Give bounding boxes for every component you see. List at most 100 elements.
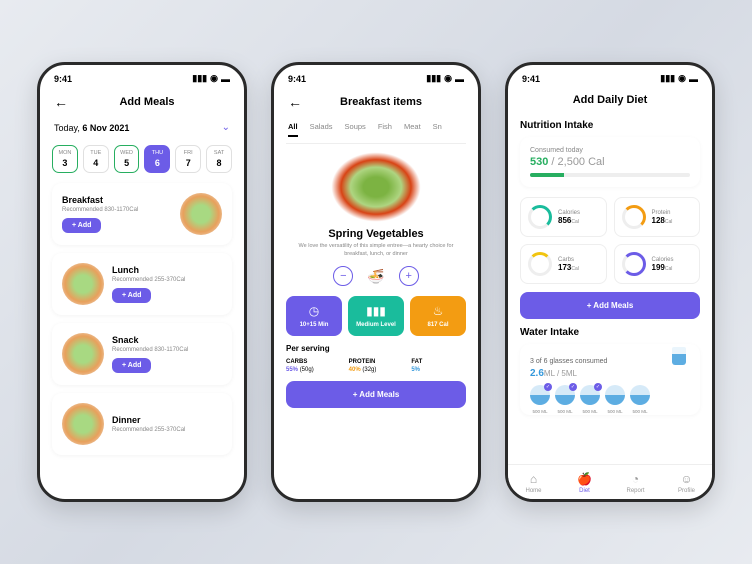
water-value: 2.6ML / 5ML — [530, 368, 690, 379]
nav-diet[interactable]: 🍎Diet — [559, 472, 610, 494]
minus-button[interactable]: − — [333, 266, 353, 286]
back-button[interactable]: ← — [288, 94, 302, 110]
cal-day-tue[interactable]: TUE4 — [83, 145, 109, 173]
stat-time: ◷10+15 Min — [286, 296, 342, 336]
phone-breakfast-items: 9:41 ▮▮▮◉▬ ← Breakfast items All Salads … — [271, 62, 481, 502]
cal-day-thu[interactable]: THU6 — [144, 145, 170, 173]
wifi-icon: ◉ — [210, 73, 218, 84]
ring-calories: Calories856Cal — [520, 197, 607, 237]
meal-name: Dinner — [112, 415, 222, 425]
meal-dinner[interactable]: Dinner Recommended 255-370Cal — [52, 393, 232, 455]
meal-lunch[interactable]: Lunch Recommended 255-370Cal + Add — [52, 253, 232, 315]
add-meals-button[interactable]: + Add Meals — [520, 292, 700, 319]
chevron-down-icon[interactable]: ⌄ — [222, 122, 230, 133]
stat-calories: ♨817 Cal — [410, 296, 466, 336]
plus-button[interactable]: + — [399, 266, 419, 286]
water-glass[interactable]: 500 ML — [630, 385, 650, 405]
serving-row: CARBS55% (50g) Protein40% (32g) Fat5% — [286, 359, 466, 373]
per-serving-title: Per serving — [286, 344, 466, 353]
cal-day-wed[interactable]: WED5 — [114, 145, 140, 173]
nav-report[interactable]: ◔Report — [610, 472, 661, 494]
macro-grid: Calories856Cal Protein128Cal Carbs173Cal… — [520, 197, 700, 284]
date-selector[interactable]: Today, 6 Nov 2021 ⌄ — [52, 116, 232, 139]
tab-all[interactable]: All — [288, 122, 298, 137]
meal-image — [62, 333, 104, 375]
serving-protein: Protein40% (32g) — [349, 359, 404, 373]
diet-icon: 🍎 — [559, 472, 610, 486]
tab-snacks[interactable]: Sn — [433, 122, 442, 137]
wifi-icon: ◉ — [444, 73, 452, 84]
add-button[interactable]: + Add — [112, 288, 151, 303]
consumed-value: 530 / 2,500 Cal — [530, 156, 690, 168]
check-icon: ✓ — [594, 383, 602, 391]
meal-image — [62, 263, 104, 305]
water-glass[interactable]: ✓500 ML — [555, 385, 575, 405]
cal-day-fri[interactable]: FRI7 — [175, 145, 201, 173]
progress-bar — [530, 173, 690, 177]
water-card: 3 of 6 glasses consumed 2.6ML / 5ML ✓500… — [520, 344, 700, 415]
meal-rec: Recommended 255-370Cal — [112, 427, 222, 433]
meal-rec: Recommended 255-370Cal — [112, 277, 222, 283]
check-icon: ✓ — [544, 383, 552, 391]
dish-image — [331, 152, 421, 222]
check-icon: ✓ — [569, 383, 577, 391]
meal-image — [180, 193, 222, 235]
water-glasses: ✓500 ML ✓500 ML ✓500 ML 500 ML 500 ML — [530, 385, 690, 405]
tab-soups[interactable]: Soups — [345, 122, 366, 137]
status-icons: ▮▮▮◉▬ — [426, 73, 464, 84]
battery-icon: ▬ — [221, 74, 230, 84]
header: ← Add Meals — [40, 88, 244, 116]
meal-name: Breakfast — [62, 195, 172, 205]
quantity-control: − 🍜 + — [286, 266, 466, 286]
add-meals-button[interactable]: + Add Meals — [286, 381, 466, 408]
tab-meat[interactable]: Meat — [404, 122, 421, 137]
add-button[interactable]: + Add — [112, 358, 151, 373]
meal-snack[interactable]: Snack Recommended 830-1170Cal + Add — [52, 323, 232, 385]
water-glass[interactable]: 500 ML — [605, 385, 625, 405]
home-icon: ⌂ — [508, 472, 559, 486]
serving-fat: Fat5% — [411, 359, 466, 373]
page-title: Add Daily Diet — [536, 94, 684, 106]
tab-salads[interactable]: Salads — [310, 122, 333, 137]
page-title: Add Meals — [78, 96, 216, 108]
ring-icon — [622, 205, 646, 229]
cal-day-mon[interactable]: MON3 — [52, 145, 78, 173]
back-button[interactable]: ← — [54, 94, 68, 110]
nutrition-title: Nutrition Intake — [520, 120, 700, 131]
status-icons: ▮▮▮ ◉ ▬ — [192, 73, 230, 84]
water-glass[interactable]: ✓500 ML — [580, 385, 600, 405]
meal-rec: Recommended 830-1170Cal — [112, 347, 222, 353]
ring-protein: Protein128Cal — [614, 197, 701, 237]
cal-day-sat[interactable]: SAT8 — [206, 145, 232, 173]
tab-bar: ⌂Home 🍎Diet ◔Report ☺Profile — [508, 464, 712, 499]
tab-fish[interactable]: Fish — [378, 122, 392, 137]
status-time: 9:41 — [288, 74, 306, 84]
dish-description: We love the versatility of this simple e… — [296, 243, 456, 258]
glass-icon — [672, 347, 686, 365]
bowl-icon: 🍜 — [367, 268, 384, 285]
status-time: 9:41 — [54, 74, 72, 84]
page-title: Breakfast items — [312, 96, 450, 108]
dish-name: Spring Vegetables — [286, 228, 466, 240]
water-title: Water Intake — [520, 327, 700, 338]
water-glass[interactable]: ✓500 ML — [530, 385, 550, 405]
report-icon: ◔ — [610, 472, 661, 486]
nav-home[interactable]: ⌂Home — [508, 472, 559, 494]
ring-carbs: Carbs173Cal — [520, 244, 607, 284]
add-button[interactable]: + Add — [62, 218, 101, 233]
meal-name: Lunch — [112, 265, 222, 275]
wifi-icon: ◉ — [678, 73, 686, 84]
nav-profile[interactable]: ☺Profile — [661, 472, 712, 494]
status-bar: 9:41 ▮▮▮◉▬ — [508, 65, 712, 88]
meal-rec: Recommended 830-1170Cal — [62, 207, 172, 213]
clock-icon: ◷ — [290, 304, 338, 318]
signal-icon: ▮▮▮ — [192, 73, 207, 84]
meal-name: Snack — [112, 335, 222, 345]
status-time: 9:41 — [522, 74, 540, 84]
calendar-strip: MON3 TUE4 WED5 THU6 FRI7 SAT8 — [52, 145, 232, 173]
meal-image — [62, 403, 104, 445]
stat-level: ▮▮▮Medium Level — [348, 296, 404, 336]
phone-daily-diet: 9:41 ▮▮▮◉▬ Add Daily Diet Nutrition Inta… — [505, 62, 715, 502]
battery-icon: ▬ — [689, 74, 698, 84]
meal-breakfast[interactable]: Breakfast Recommended 830-1170Cal + Add — [52, 183, 232, 245]
